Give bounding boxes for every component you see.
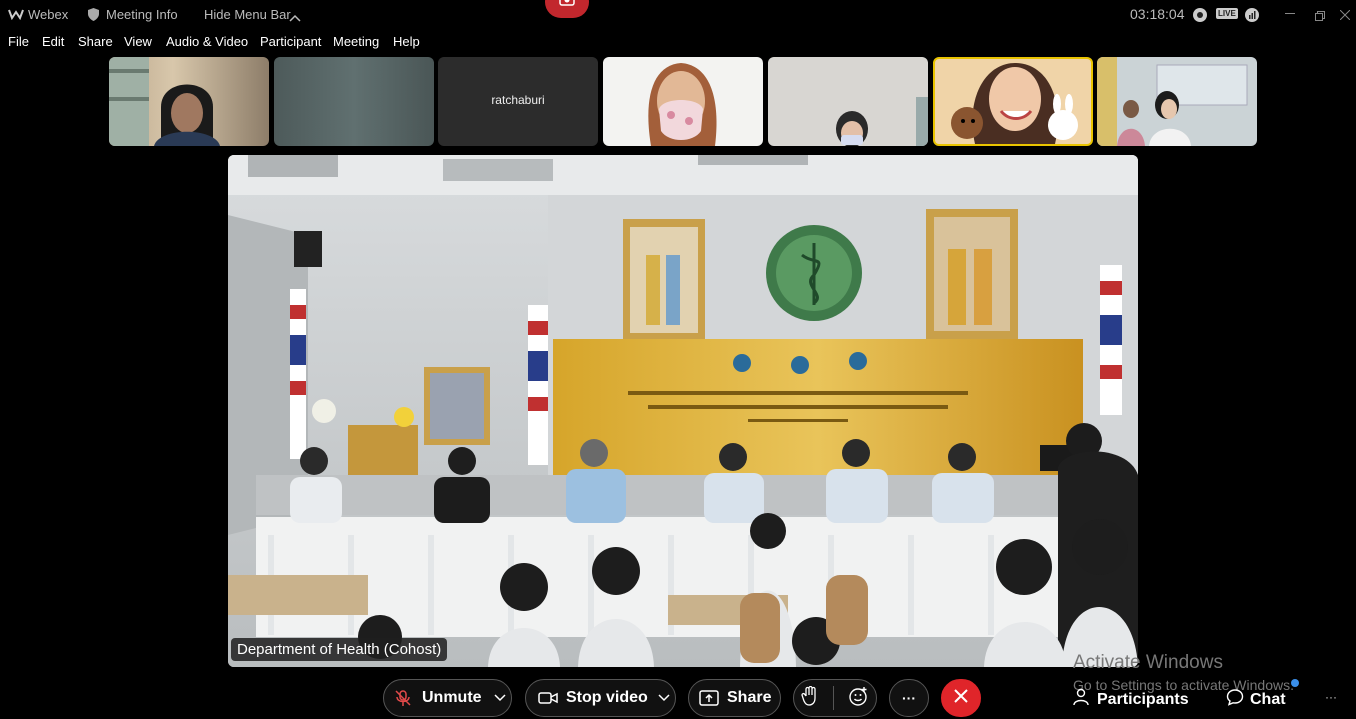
chevron-up-icon[interactable] bbox=[289, 9, 301, 27]
share-screen-icon bbox=[699, 690, 719, 706]
menu-participant[interactable]: Participant bbox=[260, 34, 321, 49]
record-icon[interactable] bbox=[1192, 7, 1208, 28]
share-label: Share bbox=[727, 689, 772, 706]
chevron-down-icon[interactable] bbox=[658, 689, 670, 707]
activate-windows-title: Activate Windows bbox=[1073, 652, 1223, 673]
recording-icon[interactable] bbox=[545, 0, 589, 18]
speaker-name-tag: Department of Health (Cohost) bbox=[231, 638, 448, 661]
participant-video-6 bbox=[951, 63, 1078, 144]
restore-icon[interactable] bbox=[1315, 8, 1325, 26]
menu-edit[interactable]: Edit bbox=[42, 34, 64, 49]
participant-thumbnail[interactable] bbox=[109, 57, 269, 146]
more-options-button[interactable]: ··· bbox=[889, 679, 929, 717]
menu-help[interactable]: Help bbox=[393, 34, 420, 49]
shield-icon bbox=[88, 8, 99, 26]
muted-microphone-icon bbox=[394, 689, 412, 707]
participant-video-7 bbox=[1097, 57, 1248, 146]
more-label: ··· bbox=[902, 690, 916, 706]
menu-view[interactable]: View bbox=[124, 34, 152, 49]
emoji-reaction-icon[interactable] bbox=[849, 686, 869, 711]
raise-hand-icon[interactable] bbox=[801, 685, 819, 711]
title-bar: Webex Meeting Info Hide Menu Bar 03:18:0… bbox=[0, 0, 1356, 30]
video-camera-icon bbox=[538, 691, 558, 705]
stats-icon[interactable] bbox=[1244, 7, 1260, 28]
unmute-label: Unmute bbox=[422, 689, 482, 706]
end-call-button[interactable] bbox=[941, 679, 981, 717]
divider bbox=[833, 686, 835, 710]
participant-thumbnail-active-speaker[interactable] bbox=[933, 57, 1093, 146]
thumbnail-label: ratchaburi bbox=[491, 93, 545, 107]
close-window-icon[interactable] bbox=[1339, 7, 1351, 25]
webex-logo-icon bbox=[8, 7, 24, 21]
participants-icon bbox=[1073, 688, 1091, 711]
main-video-scene bbox=[228, 155, 1138, 667]
meeting-info-button[interactable]: Meeting Info bbox=[106, 7, 178, 22]
chat-notification-dot bbox=[1291, 679, 1299, 687]
menu-share[interactable]: Share bbox=[78, 34, 113, 49]
menu-bar: File Edit Share View Audio & Video Parti… bbox=[0, 34, 500, 54]
participant-thumbnail[interactable] bbox=[274, 57, 434, 146]
main-video-feed[interactable] bbox=[228, 155, 1138, 667]
participant-video-4 bbox=[648, 63, 717, 146]
chat-label: Chat bbox=[1250, 690, 1286, 708]
stop-video-label: Stop video bbox=[566, 689, 648, 706]
participant-thumbnail[interactable] bbox=[1097, 57, 1257, 146]
close-icon bbox=[954, 688, 968, 708]
participant-thumbnail[interactable] bbox=[768, 57, 928, 146]
participant-thumbnail[interactable] bbox=[603, 57, 763, 146]
hide-menu-bar-button[interactable]: Hide Menu Bar bbox=[204, 7, 291, 22]
participant-video-1 bbox=[109, 57, 220, 146]
stop-video-button[interactable]: Stop video bbox=[525, 679, 676, 717]
menu-file[interactable]: File bbox=[8, 34, 29, 49]
participants-button[interactable]: Participants bbox=[1073, 688, 1189, 711]
participant-thumbnail[interactable]: ratchaburi bbox=[438, 57, 598, 146]
live-badge[interactable]: LIVE bbox=[1216, 8, 1238, 19]
chat-bubble-icon bbox=[1226, 688, 1244, 711]
chevron-down-icon[interactable] bbox=[494, 689, 506, 707]
participants-label: Participants bbox=[1097, 690, 1189, 708]
share-button[interactable]: Share bbox=[688, 679, 781, 717]
menu-audio-video[interactable]: Audio & Video bbox=[166, 34, 248, 49]
meeting-clock: 03:18:04 bbox=[1130, 6, 1185, 22]
minimize-icon[interactable] bbox=[1285, 13, 1295, 14]
unmute-button[interactable]: Unmute bbox=[383, 679, 512, 717]
reactions-group bbox=[793, 679, 877, 717]
menu-meeting[interactable]: Meeting bbox=[333, 34, 379, 49]
app-name: Webex bbox=[28, 7, 69, 22]
overflow-menu-button[interactable]: ··· bbox=[1325, 690, 1337, 704]
chat-button[interactable]: Chat bbox=[1226, 688, 1286, 711]
participant-video-5 bbox=[836, 97, 928, 146]
